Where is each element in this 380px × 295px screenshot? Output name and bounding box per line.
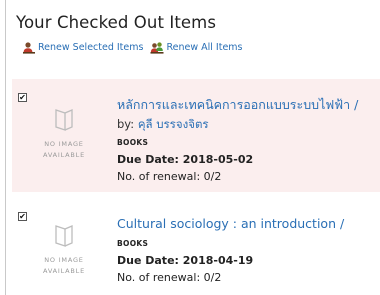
item-title-link[interactable]: หลักการและเทคนิคการออกแบบระบบไฟฟ้า / bbox=[117, 95, 358, 115]
no-image-text: NO IMAGE bbox=[44, 140, 84, 148]
checkout-item: ✔ NO IMAGE AVAILABLE Cultural sociology … bbox=[12, 200, 380, 295]
renew-all-button[interactable]: Renew All Items bbox=[150, 41, 243, 54]
book-icon bbox=[55, 225, 73, 247]
due-value: 2018-05-02 bbox=[182, 153, 254, 166]
checkouts-panel: Your Checked Out Items Renew Selected It… bbox=[5, 0, 380, 295]
item-format: BOOKS bbox=[117, 239, 149, 248]
renewal-label: No. of renewal: bbox=[117, 170, 201, 183]
item-title-link[interactable]: Cultural sociology : an introduction / bbox=[117, 214, 344, 234]
renew-user-icon bbox=[23, 42, 35, 54]
item-checkbox[interactable]: ✔ bbox=[18, 93, 27, 102]
book-icon bbox=[55, 109, 73, 131]
author-link[interactable]: คุลี บรรจงจิตร bbox=[138, 117, 209, 131]
item-due-date: Due Date: 2018-04-19 bbox=[117, 252, 344, 269]
renewal-value: 0/2 bbox=[203, 170, 222, 183]
due-label: Due Date: bbox=[117, 153, 179, 166]
item-format: BOOKS bbox=[117, 138, 149, 147]
no-image-placeholder: NO IMAGE AVAILABLE bbox=[38, 108, 90, 161]
checkout-item: ✔ NO IMAGE AVAILABLE หลักการและเทคนิคการ… bbox=[12, 79, 380, 192]
item-renewal-count: No. of renewal: 0/2 bbox=[117, 269, 344, 287]
item-renewal-count: No. of renewal: 0/2 bbox=[117, 168, 358, 186]
page-title: Your Checked Out Items bbox=[16, 13, 217, 32]
item-due-date: Due Date: 2018-05-02 bbox=[117, 151, 358, 168]
item-author: by: คุลี บรรจงจิตร bbox=[117, 115, 358, 133]
renew-selected-label: Renew Selected Items bbox=[38, 42, 144, 53]
item-details: หลักการและเทคนิคการออกแบบระบบไฟฟ้า / by:… bbox=[117, 95, 358, 186]
available-text: AVAILABLE bbox=[42, 267, 86, 275]
renew-actions: Renew Selected Items Renew All Items bbox=[22, 41, 243, 54]
item-details: Cultural sociology : an introduction / B… bbox=[117, 214, 344, 287]
no-image-placeholder: NO IMAGE AVAILABLE bbox=[38, 224, 90, 277]
renew-all-users-icon bbox=[150, 42, 164, 54]
by-label: by: bbox=[117, 117, 135, 131]
renewal-label: No. of renewal: bbox=[117, 271, 201, 284]
renew-all-label: Renew All Items bbox=[166, 42, 243, 53]
item-checkbox[interactable]: ✔ bbox=[18, 212, 27, 221]
renew-selected-button[interactable]: Renew Selected Items bbox=[22, 41, 143, 54]
renewal-value: 0/2 bbox=[203, 271, 222, 284]
due-value: 2018-04-19 bbox=[182, 254, 254, 267]
no-image-text: NO IMAGE bbox=[44, 256, 84, 264]
available-text: AVAILABLE bbox=[42, 151, 86, 159]
due-label: Due Date: bbox=[117, 254, 179, 267]
